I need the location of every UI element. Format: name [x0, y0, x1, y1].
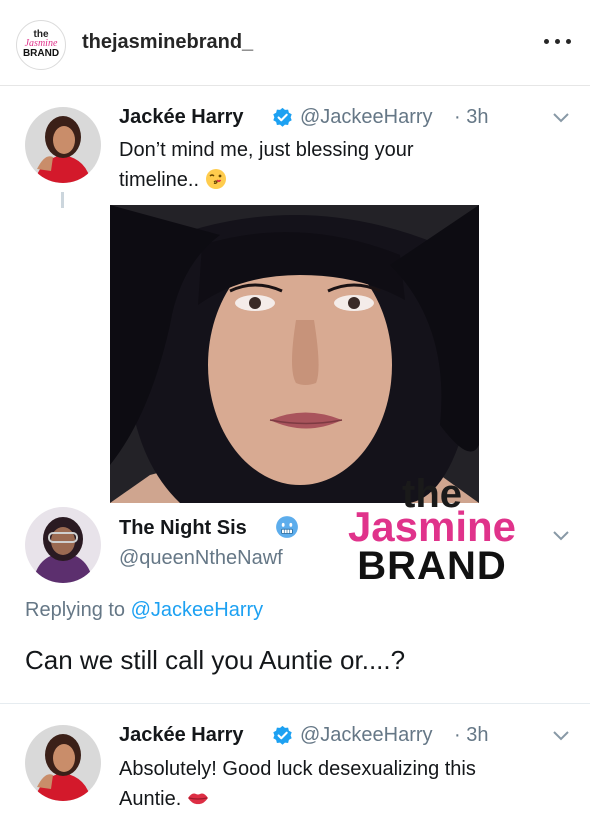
reply-author-avatar[interactable] — [25, 507, 101, 583]
tweet-author-name[interactable]: Jackée Harry — [119, 106, 244, 129]
tweet-timestamp[interactable]: · 3h — [454, 724, 488, 747]
thread-connector-line — [61, 192, 64, 208]
tweet-divider — [0, 703, 590, 704]
reply-text: Can we still call you Auntie or....? — [25, 645, 406, 675]
tweet-author-handle[interactable]: @JackeeHarry — [300, 724, 433, 747]
kiss-wink-emoji-icon — [205, 169, 226, 189]
reply-author-handle[interactable]: @queenNtheNawf — [119, 547, 283, 570]
tweet-text-line: Absolutely! Good luck desexualizing this — [119, 758, 476, 780]
tweet-author-avatar[interactable] — [25, 725, 101, 801]
replying-to-label: Replying to — [25, 599, 126, 621]
account-avatar[interactable]: the Jasmine BRAND — [16, 20, 66, 70]
more-options-icon[interactable] — [542, 26, 574, 54]
replying-to-mention[interactable]: @JackeeHarry — [131, 599, 264, 621]
cold-face-emoji-icon — [276, 516, 298, 538]
verified-badge-icon — [273, 107, 292, 127]
chevron-down-icon[interactable] — [552, 112, 570, 124]
replying-to-line: Replying to @JackeeHarry — [25, 599, 263, 622]
lips-emoji-icon — [187, 793, 208, 805]
tweet-text: Absolutely! Good luck desexualizing this… — [119, 754, 579, 814]
account-username[interactable]: thejasminebrand_ — [82, 31, 253, 54]
watermark-jasmine: Jasmine — [347, 503, 517, 550]
chevron-down-icon[interactable] — [552, 730, 570, 742]
tweet-author-name[interactable]: Jackée Harry — [119, 724, 244, 747]
instagram-post-header: the Jasmine BRAND thejasminebrand_ — [0, 0, 590, 86]
tweet-text-line: Auntie. — [119, 788, 182, 810]
tweet-author-avatar[interactable] — [25, 107, 101, 183]
chevron-down-icon[interactable] — [552, 530, 570, 542]
tweet-text-line: Don’t mind me, just blessing your — [119, 139, 414, 161]
avatar-logo-brand: BRAND — [22, 48, 60, 59]
brand-watermark: the Jasmine BRAND — [332, 474, 532, 586]
tweet-text: Don’t mind me, just blessing your timeli… — [119, 135, 559, 195]
reply-author-name[interactable]: The Night Sis — [119, 517, 247, 540]
tweet-photo[interactable] — [110, 205, 479, 503]
verified-badge-icon — [273, 725, 292, 745]
tweet-text-line: timeline.. — [119, 169, 200, 191]
tweet-timestamp[interactable]: · 3h — [454, 106, 488, 129]
watermark-brand: BRAND — [357, 544, 507, 588]
tweet-author-handle[interactable]: @JackeeHarry — [300, 106, 433, 129]
